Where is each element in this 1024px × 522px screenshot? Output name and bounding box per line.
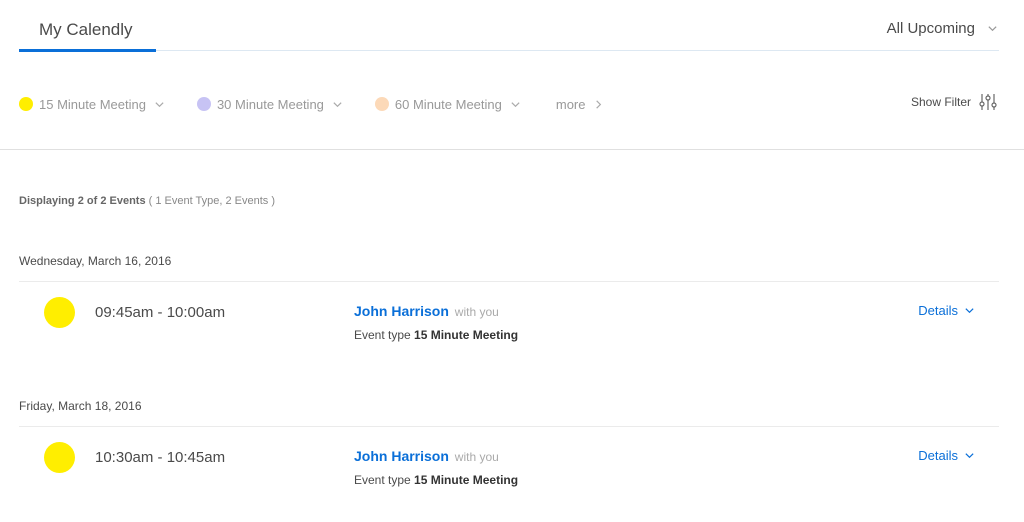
- invitee-name-link[interactable]: John Harrison: [354, 303, 449, 319]
- day-divider: [19, 426, 999, 427]
- invitee-with: with you: [454, 450, 499, 464]
- event-color-dot: [19, 97, 33, 111]
- day-divider: [19, 281, 999, 282]
- summary-total: 2 Events: [100, 195, 146, 207]
- header: My Calendly All Upcoming: [0, 0, 1024, 52]
- section-divider: [0, 149, 1024, 150]
- summary-shown: 2: [77, 195, 84, 207]
- tab-my-calendly[interactable]: My Calendly: [19, 0, 156, 52]
- event-color-dot: [44, 297, 75, 328]
- chevron-down-icon: [988, 26, 997, 32]
- show-filter-label: Show Filter: [910, 95, 971, 109]
- sliders-icon: [979, 94, 997, 110]
- day-heading: Wednesday, March 16, 2016: [19, 254, 172, 268]
- invitee-with: with you: [454, 305, 499, 319]
- filter-15-minute-meeting[interactable]: 15 Minute Meeting: [19, 97, 165, 112]
- invitee-name-link[interactable]: John Harrison: [354, 448, 449, 464]
- show-filter-button[interactable]: Show Filter: [911, 92, 998, 112]
- filter-30-minute-meeting[interactable]: 30 Minute Meeting: [196, 96, 343, 112]
- event-row: 09:45am - 10:00am John Harrison with you…: [19, 297, 999, 367]
- event-type: Event type 15 Minute Meeting: [354, 328, 518, 342]
- events-summary: Displaying 2 of 2 Events ( 1 Event Type,…: [19, 195, 275, 207]
- header-divider: [156, 50, 999, 51]
- filter-label: 30 Minute Meeting: [216, 96, 324, 112]
- range-dropdown[interactable]: All Upcoming: [887, 20, 998, 37]
- filter-60-minute-meeting[interactable]: 60 Minute Meeting: [374, 96, 521, 112]
- event-invitee: John Harrison with you: [354, 448, 499, 464]
- chevron-down-icon: [511, 101, 520, 107]
- chevron-down-icon: [965, 308, 974, 314]
- more-label: more: [555, 96, 586, 112]
- event-type-name: 15 Minute Meeting: [414, 473, 519, 487]
- details-label: Details: [918, 303, 958, 318]
- summary-detail: ( 1 Event Type, 2 Events ): [148, 195, 276, 207]
- chevron-right-icon: [596, 99, 602, 109]
- event-row: 10:30am - 10:45am John Harrison with you…: [19, 442, 999, 512]
- chevron-down-icon: [155, 101, 164, 107]
- chevron-down-icon: [333, 101, 342, 107]
- day-heading: Friday, March 18, 2016: [19, 399, 142, 413]
- event-time: 09:45am - 10:00am: [95, 304, 226, 321]
- filter-label: 15 Minute Meeting: [39, 96, 146, 112]
- tab-label: My Calendly: [39, 20, 133, 39]
- more-filters-button[interactable]: more: [556, 97, 605, 112]
- event-type-prefix: Event type: [354, 473, 411, 487]
- event-color-dot: [196, 97, 211, 111]
- details-button[interactable]: Details: [918, 303, 975, 318]
- filter-label: 60 Minute Meeting: [394, 96, 502, 112]
- event-time: 10:30am - 10:45am: [95, 449, 226, 466]
- event-type-filters: 15 Minute Meeting 30 Minute Meeting 60 M…: [19, 94, 604, 114]
- event-type: Event type 15 Minute Meeting: [354, 473, 518, 487]
- range-dropdown-label: All Upcoming: [886, 20, 975, 37]
- details-label: Details: [918, 448, 958, 463]
- tab-active-underline: [19, 49, 156, 52]
- event-type-prefix: Event type: [354, 328, 411, 342]
- details-button[interactable]: Details: [918, 448, 975, 463]
- summary-prefix: Displaying: [19, 195, 75, 207]
- summary-of: of: [86, 195, 98, 207]
- event-color-dot: [44, 442, 75, 473]
- event-invitee: John Harrison with you: [354, 303, 499, 319]
- event-type-name: 15 Minute Meeting: [414, 328, 519, 342]
- event-color-dot: [374, 97, 389, 111]
- chevron-down-icon: [965, 453, 974, 459]
